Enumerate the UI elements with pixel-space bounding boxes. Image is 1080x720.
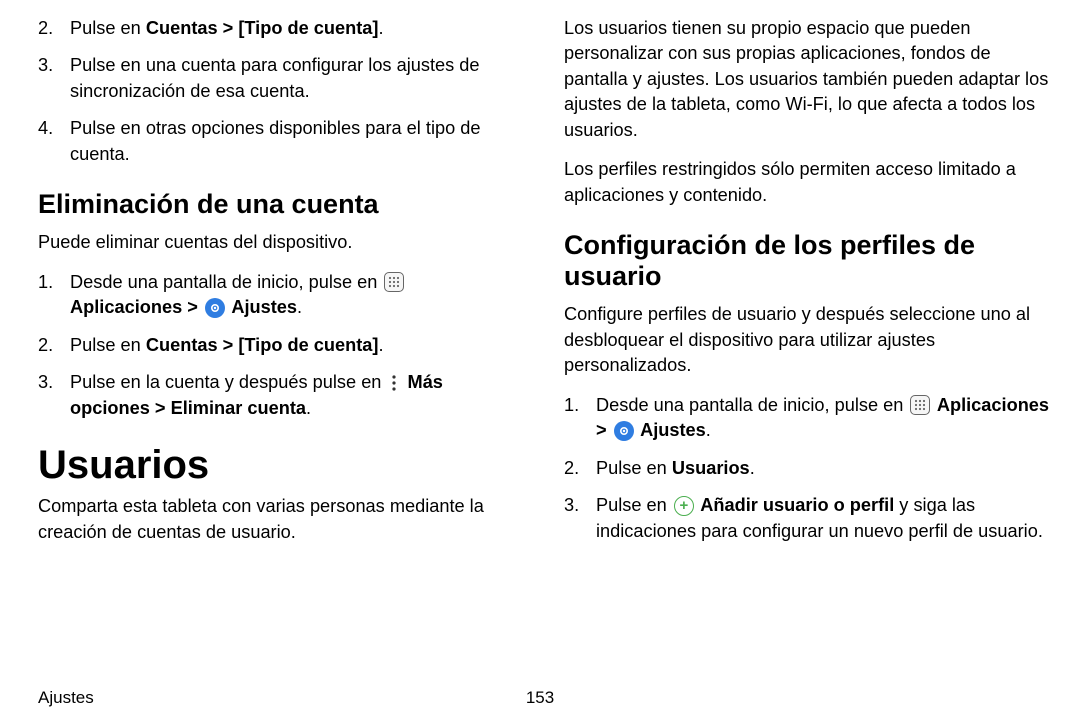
text: Pulse en bbox=[596, 495, 672, 515]
step-number: 1. bbox=[564, 393, 588, 418]
list-item: 3. Pulse en una cuenta para configurar l… bbox=[38, 53, 520, 104]
page: 2. Pulse en Cuentas > [Tipo de cuenta]. … bbox=[0, 0, 1080, 720]
profile-config-steps: 1. Desde una pantalla de inicio, pulse en… bbox=[564, 393, 1050, 544]
settings-icon bbox=[614, 421, 634, 441]
step-text-pre: Pulse en otras opciones disponibles para… bbox=[70, 118, 481, 163]
step-number: 3. bbox=[38, 370, 62, 395]
account-steps-top: 2. Pulse en Cuentas > [Tipo de cuenta]. … bbox=[38, 16, 520, 167]
delete-account-steps: 1. Desde una pantalla de inicio, pulse en… bbox=[38, 270, 520, 421]
heading-profile-config: Configuración de los perfiles de usuario bbox=[564, 230, 1050, 292]
bold-text: Ajustes bbox=[636, 420, 706, 440]
text: Pulse en bbox=[70, 335, 146, 355]
step-body: Pulse en la cuenta y después pulse en Má… bbox=[70, 372, 443, 417]
text: . bbox=[706, 420, 711, 440]
left-column: 2. Pulse en Cuentas > [Tipo de cuenta]. … bbox=[38, 16, 548, 710]
list-item: 3. Pulse en Añadir usuario o perfil y sig… bbox=[564, 493, 1050, 544]
step-body: Pulse en Añadir usuario o perfil y siga … bbox=[596, 495, 1043, 540]
text: Pulse en bbox=[596, 458, 672, 478]
step-body: Pulse en Cuentas > [Tipo de cuenta]. bbox=[70, 335, 384, 355]
list-item: 4. Pulse en otras opciones disponibles p… bbox=[38, 116, 520, 167]
apps-icon bbox=[910, 395, 930, 415]
step-body: Pulse en Usuarios. bbox=[596, 458, 755, 478]
bold-text: Añadir usuario o perfil bbox=[696, 495, 894, 515]
add-icon bbox=[674, 496, 694, 516]
step-number: 4. bbox=[38, 116, 62, 141]
bold-text: Aplicaciones > bbox=[70, 297, 203, 317]
paragraph-restricted-profiles: Los perfiles restringidos sólo permiten … bbox=[564, 157, 1050, 208]
list-item: 2. Pulse en Cuentas > [Tipo de cuenta]. bbox=[38, 16, 520, 41]
heading-delete-account: Eliminación de una cuenta bbox=[38, 189, 520, 220]
list-item: 1. Desde una pantalla de inicio, pulse en… bbox=[38, 270, 520, 321]
text: . bbox=[306, 398, 311, 418]
settings-icon bbox=[205, 298, 225, 318]
step-number: 2. bbox=[38, 16, 62, 41]
text: . bbox=[297, 297, 302, 317]
paragraph-delete-intro: Puede eliminar cuentas del dispositivo. bbox=[38, 230, 520, 255]
step-body: Desde una pantalla de inicio, pulse en A… bbox=[596, 395, 1049, 440]
step-number: 3. bbox=[564, 493, 588, 518]
text: Desde una pantalla de inicio, pulse en bbox=[70, 272, 382, 292]
step-body: Desde una pantalla de inicio, pulse en A… bbox=[70, 272, 406, 317]
step-text-bold: Cuentas > [Tipo de cuenta] bbox=[146, 18, 379, 38]
bold-text: Ajustes bbox=[227, 297, 297, 317]
bold-text: Cuentas > [Tipo de cuenta] bbox=[146, 335, 379, 355]
bold-text: Usuarios bbox=[672, 458, 750, 478]
paragraph-users-intro: Comparta esta tableta con varias persona… bbox=[38, 494, 520, 545]
text: Pulse en la cuenta y después pulse en bbox=[70, 372, 386, 392]
list-item: 2. Pulse en Usuarios. bbox=[564, 456, 1050, 481]
text: . bbox=[378, 335, 383, 355]
paragraph-profile-config-intro: Configure perfiles de usuario y después … bbox=[564, 302, 1050, 378]
list-item: 3. Pulse en la cuenta y después pulse en … bbox=[38, 370, 520, 421]
page-number: 153 bbox=[0, 688, 1080, 708]
step-number: 3. bbox=[38, 53, 62, 78]
step-number: 1. bbox=[38, 270, 62, 295]
step-number: 2. bbox=[564, 456, 588, 481]
step-text-pre: Pulse en una cuenta para configurar los … bbox=[70, 55, 480, 100]
text: . bbox=[750, 458, 755, 478]
heading-users: Usuarios bbox=[38, 443, 520, 488]
list-item: 1. Desde una pantalla de inicio, pulse en… bbox=[564, 393, 1050, 444]
paragraph-users-own-space: Los usuarios tienen su propio espacio qu… bbox=[564, 16, 1050, 143]
more-options-icon bbox=[388, 373, 400, 393]
apps-icon bbox=[384, 272, 404, 292]
step-text-pre: Pulse en bbox=[70, 18, 146, 38]
list-item: 2. Pulse en Cuentas > [Tipo de cuenta]. bbox=[38, 333, 520, 358]
right-column: Los usuarios tienen su propio espacio qu… bbox=[548, 16, 1058, 710]
step-number: 2. bbox=[38, 333, 62, 358]
text: Desde una pantalla de inicio, pulse en bbox=[596, 395, 908, 415]
step-text-post: . bbox=[378, 18, 383, 38]
